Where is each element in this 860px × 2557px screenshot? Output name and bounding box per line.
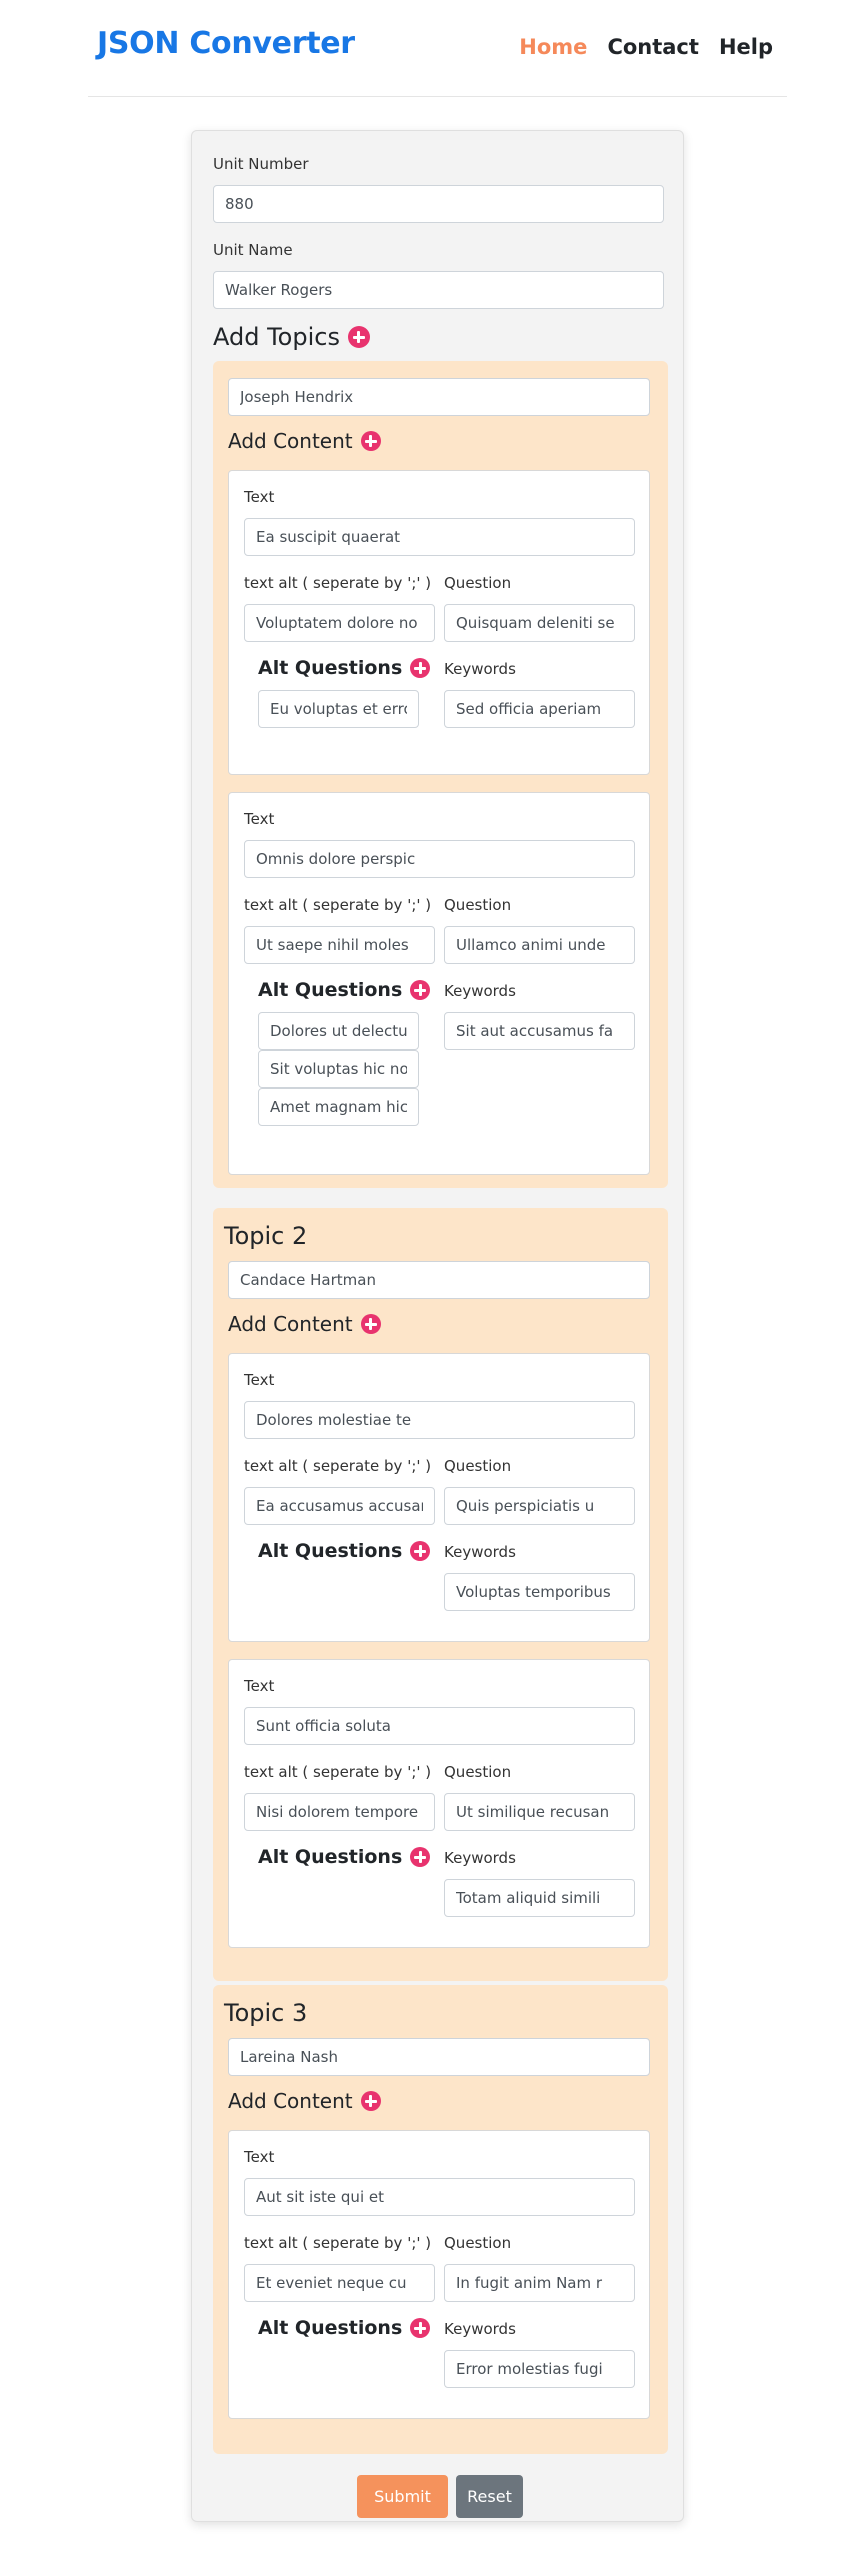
keywords-input[interactable] bbox=[444, 1879, 635, 1917]
alt-questions-label: Alt Questions bbox=[258, 979, 403, 1001]
keywords-input[interactable] bbox=[444, 1573, 635, 1611]
question-label: Question bbox=[444, 1763, 512, 1781]
topic-name-input[interactable] bbox=[228, 1261, 650, 1299]
question-label: Question bbox=[444, 1457, 512, 1475]
question-input[interactable] bbox=[444, 604, 635, 642]
alt-questions-label: Alt Questions bbox=[258, 1846, 403, 1868]
text-input[interactable] bbox=[244, 840, 635, 878]
question-label: Question bbox=[444, 896, 512, 914]
unit-number-label: Unit Number bbox=[213, 155, 309, 173]
text-alt-label: text alt ( seperate by ';' ) bbox=[244, 2234, 432, 2252]
content-box: Text text alt ( seperate by ';' ) Questi… bbox=[228, 1659, 650, 1948]
add-content-label: Add Content bbox=[228, 1312, 353, 1336]
text-alt-label: text alt ( seperate by ';' ) bbox=[244, 1457, 432, 1475]
topic-card: Add Content Text text alt ( seperate by … bbox=[213, 361, 668, 1188]
text-alt-label: text alt ( seperate by ';' ) bbox=[244, 896, 432, 914]
nav-contact[interactable]: Contact bbox=[607, 35, 699, 59]
topic-title: Topic 2 bbox=[224, 1222, 308, 1250]
text-alt-input[interactable] bbox=[244, 604, 435, 642]
keywords-label: Keywords bbox=[444, 2320, 516, 2338]
add-content-heading: Add Content bbox=[228, 429, 381, 453]
text-input[interactable] bbox=[244, 1707, 635, 1745]
add-content-heading: Add Content bbox=[228, 2089, 381, 2113]
add-content-label: Add Content bbox=[228, 429, 353, 453]
alt-question-input[interactable] bbox=[258, 690, 419, 728]
alt-question-input[interactable] bbox=[258, 1050, 419, 1088]
content-box: Text text alt ( seperate by ';' ) Questi… bbox=[228, 792, 650, 1175]
keywords-label: Keywords bbox=[444, 982, 516, 1000]
add-alt-question-plus-icon[interactable] bbox=[410, 658, 431, 678]
text-label: Text bbox=[244, 810, 275, 828]
add-topics-heading: Add Topics bbox=[213, 323, 370, 351]
unit-name-input[interactable] bbox=[213, 271, 664, 309]
question-input[interactable] bbox=[444, 2264, 635, 2302]
question-label: Question bbox=[444, 2234, 512, 2252]
text-input[interactable] bbox=[244, 518, 635, 556]
add-content-plus-icon[interactable] bbox=[360, 431, 381, 451]
text-input[interactable] bbox=[244, 1401, 635, 1439]
alt-questions-heading: Alt Questions bbox=[258, 1846, 431, 1868]
text-label: Text bbox=[244, 2148, 275, 2166]
topic-card: Topic 2 Add Content Text text alt ( sepe… bbox=[213, 1208, 668, 1981]
keywords-label: Keywords bbox=[444, 1849, 516, 1867]
brand-title[interactable]: JSON Converter bbox=[97, 26, 355, 61]
add-content-plus-icon[interactable] bbox=[360, 1314, 381, 1334]
alt-questions-heading: Alt Questions bbox=[258, 979, 431, 1001]
keywords-label: Keywords bbox=[444, 1543, 516, 1561]
alt-questions-label: Alt Questions bbox=[258, 1540, 403, 1562]
keywords-input[interactable] bbox=[444, 690, 635, 728]
add-topics-label: Add Topics bbox=[213, 323, 340, 351]
unit-name-label: Unit Name bbox=[213, 241, 293, 259]
question-input[interactable] bbox=[444, 1487, 635, 1525]
text-alt-label: text alt ( seperate by ';' ) bbox=[244, 574, 432, 592]
text-label: Text bbox=[244, 1677, 275, 1695]
nav-home[interactable]: Home bbox=[519, 35, 587, 59]
text-alt-input[interactable] bbox=[244, 1487, 435, 1525]
topic-card: Topic 3 Add Content Text text alt ( sepe… bbox=[213, 1985, 668, 2454]
content-box: Text text alt ( seperate by ';' ) Questi… bbox=[228, 470, 650, 775]
question-input[interactable] bbox=[444, 1793, 635, 1831]
alt-questions-label: Alt Questions bbox=[258, 2317, 403, 2339]
text-label: Text bbox=[244, 1371, 275, 1389]
unit-number-input[interactable] bbox=[213, 185, 664, 223]
nav-help[interactable]: Help bbox=[719, 35, 773, 59]
alt-questions-heading: Alt Questions bbox=[258, 1540, 431, 1562]
text-label: Text bbox=[244, 488, 275, 506]
reset-button[interactable]: Reset bbox=[456, 2475, 523, 2518]
keywords-label: Keywords bbox=[444, 660, 516, 678]
text-alt-input[interactable] bbox=[244, 1793, 435, 1831]
add-content-label: Add Content bbox=[228, 2089, 353, 2113]
content-box: Text text alt ( seperate by ';' ) Questi… bbox=[228, 2130, 650, 2419]
alt-questions-heading: Alt Questions bbox=[258, 2317, 431, 2339]
add-topic-plus-icon[interactable] bbox=[347, 326, 370, 348]
alt-questions-heading: Alt Questions bbox=[258, 657, 431, 679]
topic-name-input[interactable] bbox=[228, 2038, 650, 2076]
alt-question-input[interactable] bbox=[258, 1088, 419, 1126]
keywords-input[interactable] bbox=[444, 2350, 635, 2388]
content-box: Text text alt ( seperate by ';' ) Questi… bbox=[228, 1353, 650, 1642]
add-alt-question-plus-icon[interactable] bbox=[410, 980, 431, 1000]
question-label: Question bbox=[444, 574, 512, 592]
text-input[interactable] bbox=[244, 2178, 635, 2216]
add-alt-question-plus-icon[interactable] bbox=[410, 1847, 431, 1867]
text-alt-label: text alt ( seperate by ';' ) bbox=[244, 1763, 432, 1781]
topic-name-input[interactable] bbox=[228, 378, 650, 416]
add-alt-question-plus-icon[interactable] bbox=[410, 1541, 431, 1561]
converter-form: Unit Number Unit Name Add Topics Add Con… bbox=[191, 130, 684, 2522]
alt-question-input[interactable] bbox=[258, 1012, 419, 1050]
submit-button[interactable]: Submit bbox=[357, 2475, 448, 2518]
keywords-input[interactable] bbox=[444, 1012, 635, 1050]
navbar: JSON Converter Home Contact Help bbox=[88, 0, 787, 97]
alt-questions-label: Alt Questions bbox=[258, 657, 403, 679]
text-alt-input[interactable] bbox=[244, 926, 435, 964]
text-alt-input[interactable] bbox=[244, 2264, 435, 2302]
add-content-heading: Add Content bbox=[228, 1312, 381, 1336]
nav-links: Home Contact Help bbox=[519, 35, 773, 59]
add-content-plus-icon[interactable] bbox=[360, 2091, 381, 2111]
question-input[interactable] bbox=[444, 926, 635, 964]
add-alt-question-plus-icon[interactable] bbox=[410, 2318, 431, 2338]
topic-title: Topic 3 bbox=[224, 1999, 308, 2027]
